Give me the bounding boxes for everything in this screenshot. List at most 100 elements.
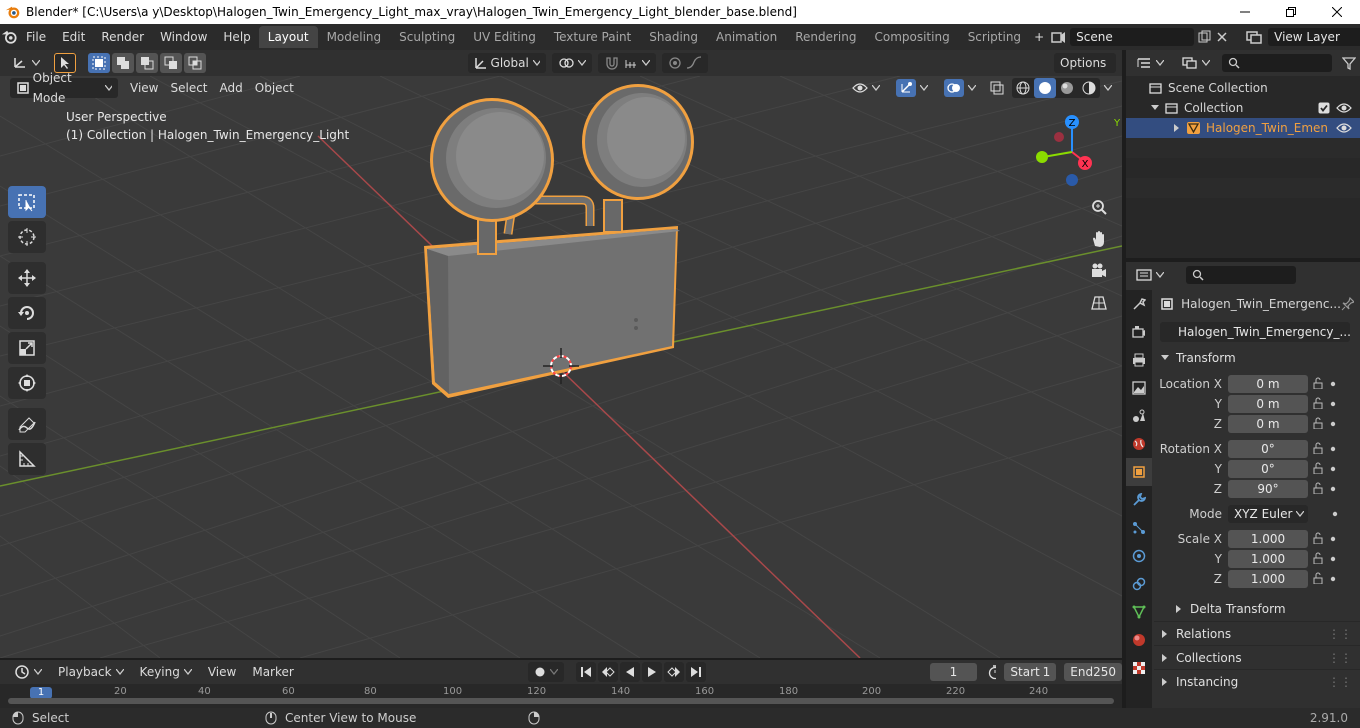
copy-scene-icon[interactable] [1198,30,1212,44]
minimize-button[interactable] [1222,0,1268,24]
annotate-tool[interactable] [8,408,46,440]
play-button[interactable] [641,662,662,682]
tab-tool[interactable] [1126,290,1152,318]
keyframe-dot-icon[interactable] [1328,444,1338,454]
viewport-canvas[interactable]: Z Y X [0,76,1122,658]
menu-help[interactable]: Help [215,26,258,48]
keyframe-dot-icon[interactable] [1328,554,1338,564]
auto-keying-toggle[interactable] [527,662,564,682]
tab-particles[interactable] [1126,514,1152,542]
select-box-tool[interactable] [8,186,46,218]
3d-viewport[interactable]: Z Y X User Perspective (1) Collection | … [0,76,1122,658]
drag-handle-icon[interactable]: ⋮⋮ [1328,622,1352,646]
select-subtract-button[interactable] [136,53,158,73]
tab-compositing[interactable]: Compositing [865,26,958,48]
rendered-shading-button[interactable] [1078,78,1100,98]
prev-keyframe-button[interactable] [597,662,618,682]
zoom-button[interactable] [1086,194,1112,220]
menu-render[interactable]: Render [93,26,152,48]
tab-object[interactable] [1126,458,1152,486]
maximize-button[interactable] [1268,0,1314,24]
tab-animation[interactable]: Animation [707,26,786,48]
location-z-field[interactable]: 0 m [1228,415,1308,433]
display-mode-dropdown[interactable] [1176,53,1216,73]
options-dropdown[interactable]: Options [1054,53,1116,73]
scene-name-field[interactable]: Scene [1070,28,1195,46]
add-workspace-button[interactable]: + [1030,26,1048,48]
transform-tool[interactable] [8,367,46,399]
lock-icon[interactable] [1308,397,1328,412]
pan-button[interactable] [1086,226,1112,252]
lock-icon[interactable] [1308,462,1328,477]
end-frame-field[interactable]: End 250 [1064,663,1122,681]
tab-shading[interactable]: Shading [640,26,707,48]
delta-transform-section[interactable]: Delta Transform [1154,597,1360,621]
checkbox-checked-icon[interactable] [1318,102,1330,114]
lock-icon[interactable] [1308,552,1328,567]
outliner-collection-row[interactable]: Collection [1126,98,1360,118]
lock-icon[interactable] [1308,532,1328,547]
timeline-view-menu[interactable]: View [202,662,242,682]
viewport-menu-select[interactable]: Select [164,78,213,98]
start-frame-field[interactable]: Start 1 [1004,663,1057,681]
pin-icon[interactable] [1341,297,1354,311]
transform-orientation-dropdown[interactable]: Global [468,53,546,73]
object-name-field[interactable]: Halogen_Twin_Emergency_... [1160,322,1351,342]
scale-x-field[interactable]: 1.000 [1228,530,1308,548]
tab-layout[interactable]: Layout [258,26,318,48]
viewport-menu-view[interactable]: View [124,78,164,98]
play-reverse-button[interactable] [619,662,640,682]
view-layer-field[interactable]: View Layer [1268,28,1360,46]
tab-scene[interactable] [1126,402,1152,430]
close-button[interactable] [1314,0,1360,24]
tab-modifiers[interactable] [1126,486,1152,514]
playback-menu[interactable]: Playback [52,662,130,682]
solid-shading-button[interactable] [1034,78,1056,98]
camera-view-button[interactable] [1086,258,1112,284]
keyframe-dot-icon[interactable] [1328,484,1338,494]
tab-view-layer[interactable] [1126,374,1152,402]
tab-constraints[interactable] [1126,570,1152,598]
tab-physics[interactable] [1126,542,1152,570]
jump-end-button[interactable] [685,662,706,682]
tab-material[interactable] [1126,626,1152,654]
tab-scripting[interactable]: Scripting [959,26,1030,48]
proportional-editing-toggle[interactable] [662,53,708,73]
overlays-dropdown[interactable] [938,78,982,98]
scale-tool[interactable] [8,332,46,364]
keyframe-dot-icon[interactable] [1328,574,1338,584]
collections-section[interactable]: Collections ⋮⋮ [1154,645,1360,669]
location-y-field[interactable]: 0 m [1228,395,1308,413]
lock-icon[interactable] [1308,377,1328,392]
outliner-object-row[interactable]: Halogen_Twin_Emen [1126,118,1360,138]
filter-icon[interactable] [1342,56,1356,70]
timeline-editor-type[interactable] [8,662,48,682]
tab-world[interactable] [1126,430,1152,458]
relations-section[interactable]: Relations ⋮⋮ [1154,621,1360,645]
expand-right-icon[interactable] [1172,123,1182,133]
keyframe-dot-icon[interactable] [1328,464,1338,474]
timeline-ruler[interactable]: 1 20 40 60 80 100 120 140 160 180 200 22… [0,684,1122,708]
blender-menu-button[interactable] [0,26,18,48]
next-keyframe-button[interactable] [663,662,684,682]
rotation-y-field[interactable]: 0° [1228,460,1308,478]
keying-menu[interactable]: Keying [134,662,198,682]
keyframe-dot-icon[interactable] [1328,534,1338,544]
current-frame-field[interactable]: 1 [929,663,978,681]
lock-icon[interactable] [1308,572,1328,587]
timeline-scrollbar[interactable] [8,698,1114,704]
tab-render[interactable] [1126,318,1152,346]
chevron-down-icon[interactable] [1104,85,1112,91]
snap-dropdown[interactable] [598,53,656,73]
select-intersect-button[interactable] [184,53,206,73]
transform-section-header[interactable]: Transform [1154,346,1360,370]
tab-data[interactable] [1126,598,1152,626]
menu-edit[interactable]: Edit [54,26,93,48]
gizmo-dropdown[interactable] [890,78,934,98]
outliner-editor-type[interactable] [1130,53,1170,73]
measure-tool[interactable] [8,443,46,475]
instancing-section[interactable]: Instancing ⋮⋮ [1154,669,1360,693]
select-invert-button[interactable] [160,53,182,73]
lock-icon[interactable] [1308,442,1328,457]
tab-sculpting[interactable]: Sculpting [390,26,464,48]
